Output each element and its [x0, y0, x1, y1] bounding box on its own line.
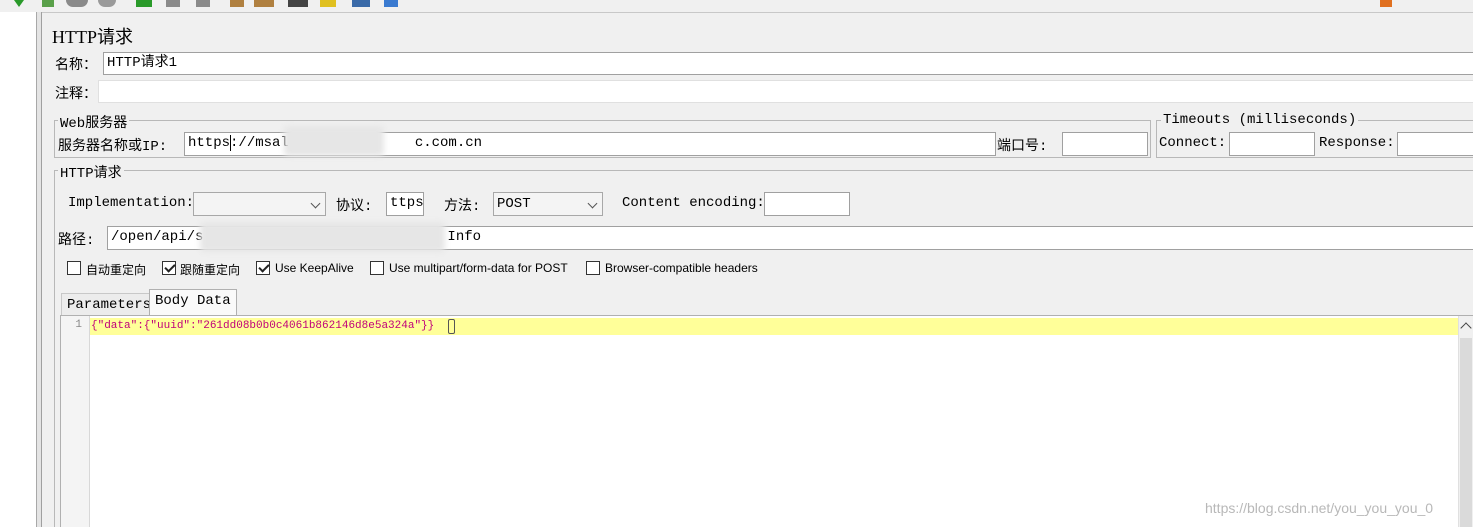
- line-gutter: [61, 316, 90, 527]
- start-no-pause-icon[interactable]: [42, 0, 54, 7]
- remote-start-icon[interactable]: [136, 0, 152, 7]
- web-server-legend: Web服务器: [58, 112, 130, 132]
- comment-label: 注释：: [55, 87, 97, 103]
- code-line: {"data":{"uuid":"261dd08b0b0c4061b862146…: [91, 318, 434, 335]
- auto-redirect-checkbox[interactable]: [67, 261, 81, 275]
- path-label: 路径:: [58, 233, 95, 249]
- connect-label: Connect:: [1159, 135, 1227, 151]
- redaction-blur: [200, 222, 445, 252]
- method-label: 方法:: [444, 199, 481, 215]
- body-data-editor[interactable]: [60, 315, 1473, 527]
- implementation-select[interactable]: [193, 192, 326, 216]
- code-text: {"data":{"uuid":"261dd08b0b0c4061b862146…: [91, 320, 435, 332]
- help-icon[interactable]: [384, 0, 398, 7]
- watermark: https://blog.csdn.net/you_you_you_0: [1205, 500, 1434, 516]
- name-input[interactable]: HTTP请求1: [103, 52, 1473, 75]
- chevron-down-icon: [587, 198, 598, 209]
- protocol-input[interactable]: ttps: [386, 192, 424, 216]
- content-encoding-label: Content encoding:: [622, 195, 765, 211]
- method-value: POST: [497, 196, 531, 212]
- scrollbar-thumb[interactable]: [1460, 338, 1472, 527]
- port-label: 端口号:: [997, 139, 1048, 155]
- reset-search-icon[interactable]: [320, 0, 336, 7]
- bracket-match-marker: [448, 319, 455, 334]
- follow-redirect-checkbox[interactable]: [162, 261, 176, 275]
- shutdown-icon[interactable]: [98, 0, 116, 7]
- protocol-label: 协议:: [336, 199, 373, 215]
- clear-all-icon[interactable]: [254, 0, 274, 7]
- connect-timeout-input[interactable]: [1229, 132, 1315, 156]
- function-helper-icon[interactable]: [352, 0, 370, 7]
- name-label: 名称：: [55, 58, 97, 74]
- search-icon[interactable]: [288, 0, 308, 7]
- redaction-blur: [284, 126, 384, 156]
- server-name-label: 服务器名称或IP:: [58, 139, 168, 155]
- browser-headers-checkbox[interactable]: [586, 261, 600, 275]
- pane-splitter[interactable]: [37, 12, 42, 527]
- port-input[interactable]: [1062, 132, 1148, 156]
- test-plan-tree[interactable]: [0, 12, 37, 527]
- multipart-label: Use multipart/form-data for POST: [389, 261, 568, 275]
- toolbar: [0, 0, 1473, 13]
- path-value-end: Info: [447, 229, 482, 245]
- multipart-checkbox[interactable]: [370, 261, 384, 275]
- server-value-end: c.com.cn: [414, 135, 483, 151]
- server-value-mid: ://msal: [230, 135, 289, 151]
- tab-parameters[interactable]: Parameters: [61, 293, 158, 315]
- response-timeout-input[interactable]: [1397, 132, 1473, 156]
- timeouts-legend: Timeouts (milliseconds): [1161, 112, 1359, 128]
- panel-title: HTTP请求: [52, 27, 133, 47]
- tab-body-data[interactable]: Body Data: [149, 289, 237, 315]
- implementation-label: Implementation:: [68, 195, 195, 211]
- auto-redirect-label: 自动重定向: [86, 263, 147, 277]
- remote-exit-icon[interactable]: [196, 0, 210, 7]
- browser-headers-label: Browser-compatible headers: [605, 261, 758, 275]
- stop-icon[interactable]: [66, 0, 88, 7]
- warning-icon[interactable]: [1380, 0, 1392, 7]
- clear-icon[interactable]: [230, 0, 244, 7]
- start-icon[interactable]: [14, 0, 24, 7]
- content-encoding-input[interactable]: [764, 192, 850, 216]
- follow-redirect-label: 跟随重定向: [180, 263, 241, 277]
- method-select[interactable]: POST: [493, 192, 603, 216]
- server-value-start: https: [188, 135, 231, 151]
- response-label: Response:: [1319, 135, 1395, 151]
- keepalive-checkbox[interactable]: [256, 261, 270, 275]
- path-value-start: /open/api/s: [111, 229, 204, 245]
- comment-input[interactable]: [98, 80, 1473, 103]
- remote-stop-icon[interactable]: [166, 0, 180, 7]
- http-request-legend: HTTP请求: [58, 162, 124, 182]
- chevron-down-icon: [310, 198, 321, 209]
- line-number: 1: [75, 319, 82, 331]
- keepalive-label: Use KeepAlive: [275, 261, 354, 275]
